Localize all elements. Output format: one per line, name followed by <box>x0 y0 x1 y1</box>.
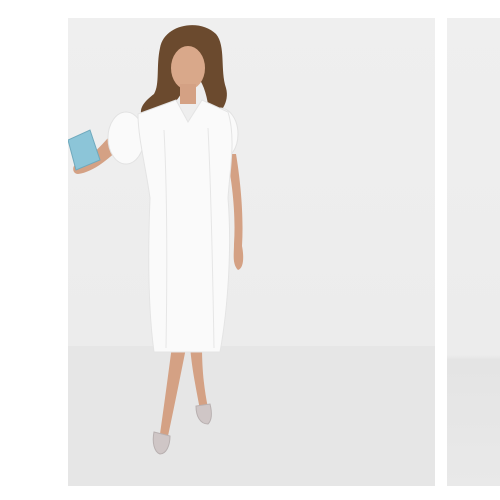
product-image[interactable] <box>68 18 435 486</box>
product-gallery <box>0 0 500 500</box>
product-card[interactable] <box>68 18 435 486</box>
next-product-card[interactable] <box>447 18 500 486</box>
